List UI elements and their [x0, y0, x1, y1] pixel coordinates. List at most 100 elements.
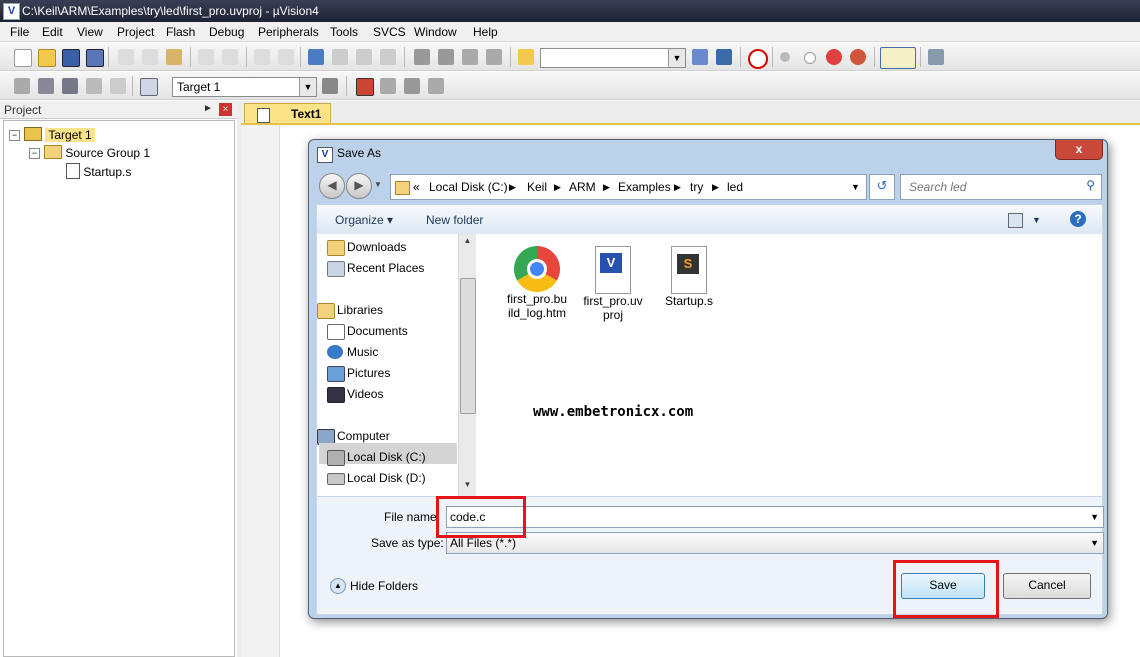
incremental-find-icon[interactable]: [716, 49, 732, 65]
copy-icon[interactable]: [142, 49, 158, 65]
breadcrumb-examples[interactable]: Examples: [618, 180, 671, 194]
nav-downloads[interactable]: Downloads: [327, 240, 406, 256]
address-bar[interactable]: « Local Disk (C:) ▶ Keil ▶ ARM ▶ Example…: [390, 174, 867, 200]
menu-peripherals[interactable]: Peripherals: [258, 25, 319, 39]
disable-all-breakpoints-icon[interactable]: [850, 49, 866, 65]
scrollbar-thumb[interactable]: [460, 278, 476, 414]
nav-recent-places[interactable]: Recent Places: [327, 261, 424, 277]
view-options-icon[interactable]: [1008, 213, 1023, 228]
translate-icon[interactable]: [14, 78, 30, 94]
breadcrumb-arm[interactable]: ARM: [569, 180, 596, 194]
comment-icon[interactable]: [462, 49, 478, 65]
configure-icon[interactable]: [928, 49, 944, 65]
chevron-down-icon[interactable]: ▼: [1090, 533, 1099, 553]
breadcrumb-keil[interactable]: Keil: [527, 180, 547, 194]
nav-local-disk-d[interactable]: Local Disk (D:): [327, 471, 426, 485]
clear-bookmarks-icon[interactable]: [380, 49, 396, 65]
scroll-down-icon[interactable]: ▼: [459, 480, 476, 489]
indent-icon[interactable]: [414, 49, 430, 65]
file-name-input[interactable]: code.c ▼: [446, 506, 1104, 528]
pack-installer-icon[interactable]: [428, 78, 444, 94]
file-item[interactable]: first_pro.bu ild_log.htm: [497, 246, 577, 320]
navigate-back-icon[interactable]: [254, 49, 270, 65]
nav-scrollbar[interactable]: ▲ ▼: [458, 234, 476, 496]
tree-item-source-group[interactable]: Source Group 1: [44, 145, 150, 160]
save-all-icon[interactable]: [86, 49, 104, 67]
save-icon[interactable]: [62, 49, 80, 67]
menu-help[interactable]: Help: [473, 25, 498, 39]
nav-computer[interactable]: Computer: [317, 429, 390, 445]
refresh-button[interactable]: ↺: [869, 174, 895, 200]
select-packs-icon[interactable]: [380, 78, 396, 94]
menu-flash[interactable]: Flash: [166, 25, 195, 39]
build-icon[interactable]: [38, 78, 54, 94]
find-in-files-icon[interactable]: [518, 49, 534, 65]
stop-build-icon[interactable]: [110, 78, 126, 94]
menu-view[interactable]: View: [77, 25, 103, 39]
save-as-type-select[interactable]: All Files (*.*) ▼: [446, 532, 1104, 554]
debug-session-icon[interactable]: [748, 49, 768, 69]
rebuild-icon[interactable]: [62, 78, 78, 94]
manage-rte-icon[interactable]: [404, 78, 420, 94]
navigate-forward-icon[interactable]: [278, 49, 294, 65]
target-select[interactable]: Target 1 ▼: [172, 77, 317, 97]
redo-icon[interactable]: [222, 49, 238, 65]
find-icon[interactable]: [692, 49, 708, 65]
back-button[interactable]: ◀: [319, 173, 345, 199]
collapse-icon[interactable]: −: [29, 148, 40, 159]
organize-button[interactable]: Organize ▾: [335, 213, 393, 227]
breadcrumb-local-disk[interactable]: Local Disk (C:): [429, 180, 508, 194]
tree-item-startup[interactable]: Startup.s: [66, 163, 131, 179]
nav-local-disk-c[interactable]: Local Disk (C:): [327, 450, 426, 466]
pin-icon[interactable]: ►: [203, 103, 213, 114]
target-options-icon[interactable]: [322, 78, 338, 94]
breadcrumb-overflow[interactable]: «: [413, 180, 420, 194]
file-item[interactable]: V first_pro.uv proj: [573, 246, 653, 322]
close-button[interactable]: x: [1055, 140, 1103, 160]
nav-documents[interactable]: Documents: [327, 324, 408, 340]
menu-svcs[interactable]: SVCS: [373, 25, 406, 39]
open-folder-icon[interactable]: [38, 49, 56, 67]
uvision-app-icon[interactable]: V: [3, 3, 20, 20]
new-folder-button[interactable]: New folder: [426, 213, 483, 227]
search-input[interactable]: Search led ⚲: [900, 174, 1102, 200]
search-icon[interactable]: ⚲: [1086, 178, 1095, 192]
menu-file[interactable]: File: [10, 25, 29, 39]
chevron-right-icon[interactable]: ▶: [674, 182, 681, 193]
forward-button[interactable]: ▶: [346, 173, 372, 199]
window-layout-icon[interactable]: [880, 47, 916, 69]
new-file-icon[interactable]: [14, 49, 32, 67]
chevron-right-icon[interactable]: ▶: [509, 182, 516, 193]
menu-window[interactable]: Window: [414, 25, 457, 39]
manage-components-icon[interactable]: [356, 78, 374, 96]
chevron-right-icon[interactable]: ▶: [554, 182, 561, 193]
kill-breakpoints-icon[interactable]: [826, 49, 842, 65]
help-icon[interactable]: ?: [1070, 211, 1086, 227]
uncomment-icon[interactable]: [486, 49, 502, 65]
file-item[interactable]: S Startup.s: [649, 246, 729, 308]
tab-text1[interactable]: Text1: [244, 103, 331, 124]
cancel-button[interactable]: Cancel: [1003, 573, 1091, 599]
menu-edit[interactable]: Edit: [42, 25, 63, 39]
cut-icon[interactable]: [118, 49, 134, 65]
chevron-down-icon[interactable]: ▼: [851, 182, 860, 192]
nav-pictures[interactable]: Pictures: [327, 366, 390, 382]
chevron-down-icon[interactable]: ▼: [1090, 507, 1099, 527]
chevron-right-icon[interactable]: ▶: [712, 182, 719, 193]
bookmark-icon[interactable]: [308, 49, 324, 65]
chevron-down-icon[interactable]: ▼: [1032, 215, 1041, 225]
undo-icon[interactable]: [198, 49, 214, 65]
chevron-right-icon[interactable]: ▶: [603, 182, 610, 193]
breadcrumb-led[interactable]: led: [727, 180, 743, 194]
disable-breakpoint-icon[interactable]: [804, 52, 816, 64]
breakpoint-icon[interactable]: [780, 52, 790, 62]
chevron-down-icon[interactable]: ▼: [668, 49, 685, 67]
next-bookmark-icon[interactable]: [356, 49, 372, 65]
menu-project[interactable]: Project: [117, 25, 154, 39]
menu-debug[interactable]: Debug: [209, 25, 244, 39]
prev-bookmark-icon[interactable]: [332, 49, 348, 65]
nav-libraries[interactable]: Libraries: [317, 303, 383, 319]
chevron-down-icon[interactable]: ▼: [374, 180, 382, 189]
collapse-icon[interactable]: −: [9, 130, 20, 141]
breadcrumb-try[interactable]: try: [690, 180, 703, 194]
